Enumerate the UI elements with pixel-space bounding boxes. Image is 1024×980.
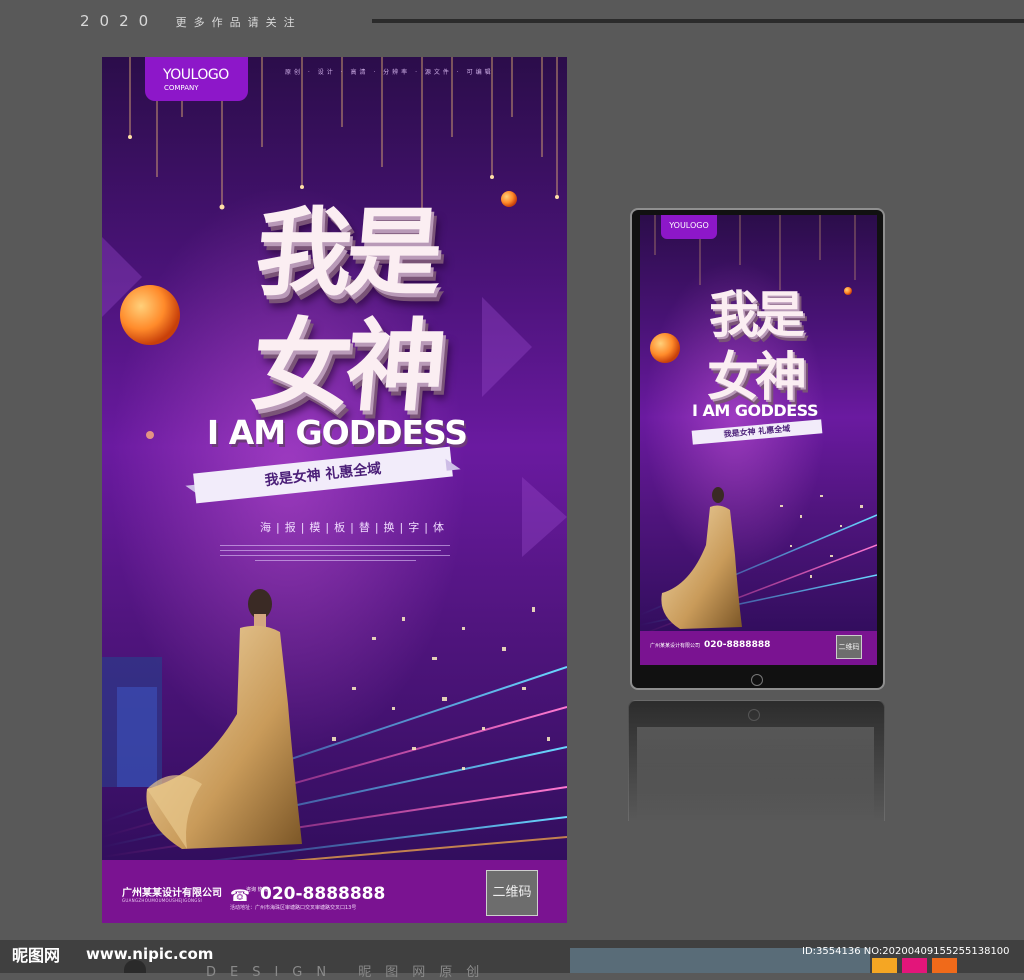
reflection-button-icon	[748, 709, 760, 721]
color-swatch-orange	[872, 958, 897, 973]
phone-number: 020-8888888	[260, 884, 386, 904]
reflection-screen	[637, 727, 874, 821]
title-line-2: 女神	[247, 308, 446, 425]
watermark-logo: 昵图网	[12, 946, 61, 965]
phone-reflection	[628, 700, 885, 821]
phone-title-english: I AM GODDESS	[692, 401, 818, 420]
phone-phone-number: 020-8888888	[704, 640, 771, 650]
phone-brand-logo: YOULOGO	[661, 215, 717, 239]
header-subtitle: 更多作品请关注	[175, 16, 302, 29]
watermark-id: ID:3554136 NO:20200409155255138100	[802, 946, 1010, 957]
footer-bar: 广州某某设计有限公司 GUANGZHOUMOUMOUSHEJIGONGSI ☎ …	[102, 860, 567, 923]
phone-company-name: 广州某某设计有限公司	[650, 643, 701, 649]
top-header: 2020 更多作品请关注	[80, 12, 302, 30]
watermark-url: www.nipic.com	[86, 945, 214, 963]
header-year: 2020	[80, 12, 159, 30]
heart-icon	[124, 960, 146, 973]
color-swatch-magenta	[902, 958, 927, 973]
phone-title-line-2: 女神	[706, 348, 807, 408]
home-button-icon	[751, 674, 763, 686]
phone-mockup: YOULOGO 我是 女神 I AM GODDESS 我是女神 礼惠全域 广州某…	[630, 208, 885, 690]
color-swatch-red-orange	[932, 958, 957, 973]
phone-qr-placeholder: 二维码	[836, 635, 862, 659]
watermark-design-text: DESIGN 昵图网原创	[206, 965, 494, 980]
phone-footer-bar: 广州某某设计有限公司 020-8888888 二维码	[640, 631, 877, 665]
header-rule	[372, 19, 1024, 23]
woman-in-gown	[146, 589, 302, 849]
company-name: 广州某某设计有限公司	[122, 888, 222, 899]
ribbon-tail-right	[445, 457, 461, 471]
phone-screen: YOULOGO 我是 女神 I AM GODDESS 我是女神 礼惠全域 广州某…	[640, 215, 877, 665]
address: 活动地址：广州市海珠区审塘路口交叉审塘路交叉口13号	[230, 905, 357, 911]
poster: YOULOGO COMPANY 原创 · 设计 · 高清 · 分辨率 · 源文件…	[102, 57, 567, 923]
subtext: 海|报|模|板|替|换|字|体	[260, 521, 449, 534]
title-english: I AM GODDESS	[206, 413, 468, 452]
company-name-en: GUANGZHOUMOUMOUSHEJIGONGSI	[122, 898, 203, 903]
qr-code-placeholder: 二维码	[486, 870, 538, 916]
